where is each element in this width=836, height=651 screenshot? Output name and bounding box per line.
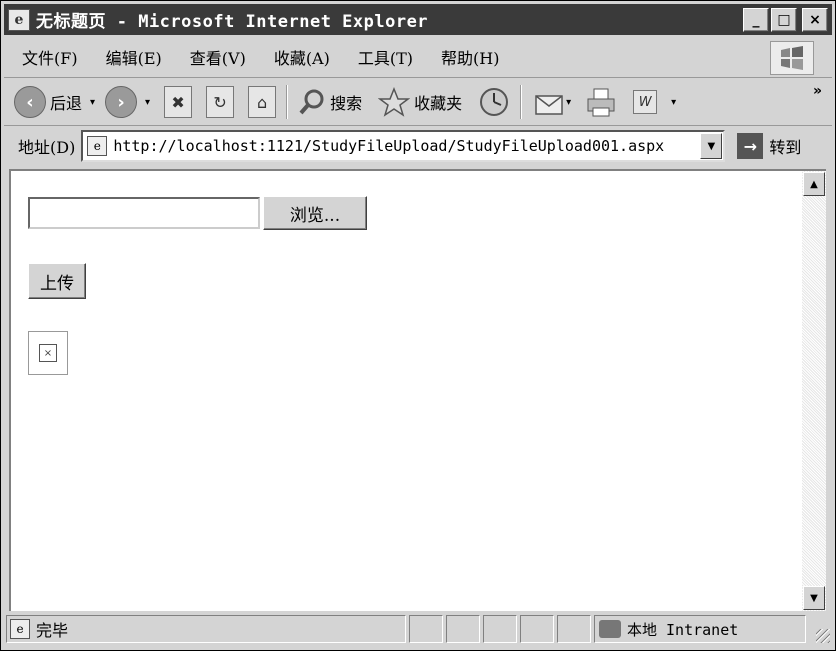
forward-button[interactable]: › ▾ [105, 86, 150, 118]
menu-bar: 文件(F) 编辑(E) 查看(V) 收藏(A) 工具(T) 帮助(H) [4, 37, 832, 78]
go-arrow-icon: → [737, 133, 764, 159]
status-text: 完毕 [36, 621, 69, 640]
toolbar: ‹ 后退 ▾ › ▾ ✖ ↻ ⌂ 搜索 收藏夹 ▾ W ▾ » [4, 79, 832, 126]
upload-button[interactable]: 上传 [28, 263, 86, 299]
status-bar: e 完毕 本地 Intranet [4, 613, 832, 645]
intranet-zone-icon [599, 620, 621, 638]
broken-image-icon: × [39, 344, 57, 362]
vertical-scrollbar[interactable]: ▲ ▼ [802, 169, 826, 611]
history-button[interactable] [478, 86, 510, 118]
mail-dropdown-icon[interactable]: ▾ [566, 97, 571, 108]
menu-view[interactable]: 查看(V) [190, 45, 246, 69]
page-content: 浏览... 上传 × [9, 169, 802, 611]
status-pane [483, 615, 517, 643]
status-main: e 完毕 [6, 615, 406, 643]
browser-window: e 无标题页 - Microsoft Internet Explorer _ □… [0, 0, 836, 651]
resize-grip-icon[interactable] [816, 629, 830, 643]
refresh-button[interactable]: ↻ [206, 86, 235, 118]
zone-text: 本地 Intranet [627, 620, 739, 639]
refresh-icon: ↻ [206, 86, 235, 118]
home-icon: ⌂ [248, 86, 277, 118]
minimize-button[interactable]: _ [743, 8, 769, 32]
address-input[interactable]: e http://localhost:1121/StudyFileUpload/… [81, 130, 726, 162]
search-label: 搜索 [330, 94, 363, 113]
window-controls: _ □ × [743, 8, 828, 32]
scroll-down-icon[interactable]: ▼ [803, 586, 825, 610]
close-button[interactable]: × [802, 8, 828, 32]
title-bar[interactable]: e 无标题页 - Microsoft Internet Explorer _ □… [4, 4, 832, 35]
broken-image: × [28, 331, 68, 375]
security-zone: 本地 Intranet [594, 615, 806, 643]
history-icon [480, 88, 509, 116]
address-bar: 地址(D) e http://localhost:1121/StudyFileU… [4, 127, 832, 165]
window-title: 无标题页 - Microsoft Internet Explorer [36, 12, 429, 32]
menu-tools[interactable]: 工具(T) [358, 45, 413, 69]
menu-edit[interactable]: 编辑(E) [106, 45, 162, 69]
ie-page-icon: e [87, 136, 108, 156]
star-icon [378, 87, 411, 117]
edit-dropdown-icon[interactable]: ▾ [671, 97, 676, 108]
printer-icon [587, 88, 615, 117]
status-pane [409, 615, 443, 643]
go-label: 转到 [769, 138, 802, 157]
address-label: 地址(D) [18, 138, 76, 157]
forward-arrow-icon: › [105, 86, 138, 118]
file-path-input[interactable] [28, 197, 260, 229]
edit-button[interactable]: W ▾ [633, 90, 676, 114]
address-url[interactable]: http://localhost:1121/StudyFileUpload/St… [113, 137, 664, 155]
search-button[interactable]: 搜索 [298, 88, 362, 116]
ie-page-icon: e [8, 8, 30, 31]
stop-button[interactable]: ✖ [164, 86, 193, 118]
back-label: 后退 [50, 94, 83, 113]
mail-button[interactable]: ▾ [534, 88, 571, 116]
browse-button[interactable]: 浏览... [263, 196, 367, 230]
maximize-button[interactable]: □ [771, 8, 797, 32]
back-arrow-icon: ‹ [14, 86, 46, 118]
toolbar-separator [286, 85, 289, 119]
menu-help[interactable]: 帮助(H) [441, 45, 499, 69]
print-button[interactable] [585, 86, 617, 118]
word-edit-icon: W [633, 90, 658, 114]
status-pane [520, 615, 554, 643]
menu-favorites[interactable]: 收藏(A) [274, 45, 330, 69]
toolbar-more-icon[interactable]: » [813, 83, 822, 99]
favorites-label: 收藏夹 [414, 94, 463, 113]
address-dropdown-icon[interactable]: ▼ [700, 133, 723, 159]
home-button[interactable]: ⌂ [248, 86, 277, 118]
stop-icon: ✖ [164, 86, 193, 118]
favorites-button[interactable]: 收藏夹 [378, 87, 462, 117]
menu-file[interactable]: 文件(F) [22, 45, 78, 69]
windows-logo-icon [770, 41, 814, 75]
status-pane [446, 615, 480, 643]
toolbar-separator [520, 85, 523, 119]
mail-icon [535, 95, 563, 115]
back-button[interactable]: ‹ 后退 ▾ [14, 86, 95, 118]
go-button[interactable]: → 转到 [737, 133, 801, 159]
ie-page-icon: e [10, 619, 30, 639]
status-pane [557, 615, 591, 643]
scroll-up-icon[interactable]: ▲ [803, 172, 825, 196]
forward-dropdown-icon[interactable]: ▾ [145, 97, 150, 108]
back-dropdown-icon[interactable]: ▾ [90, 97, 95, 108]
search-icon [299, 89, 324, 115]
